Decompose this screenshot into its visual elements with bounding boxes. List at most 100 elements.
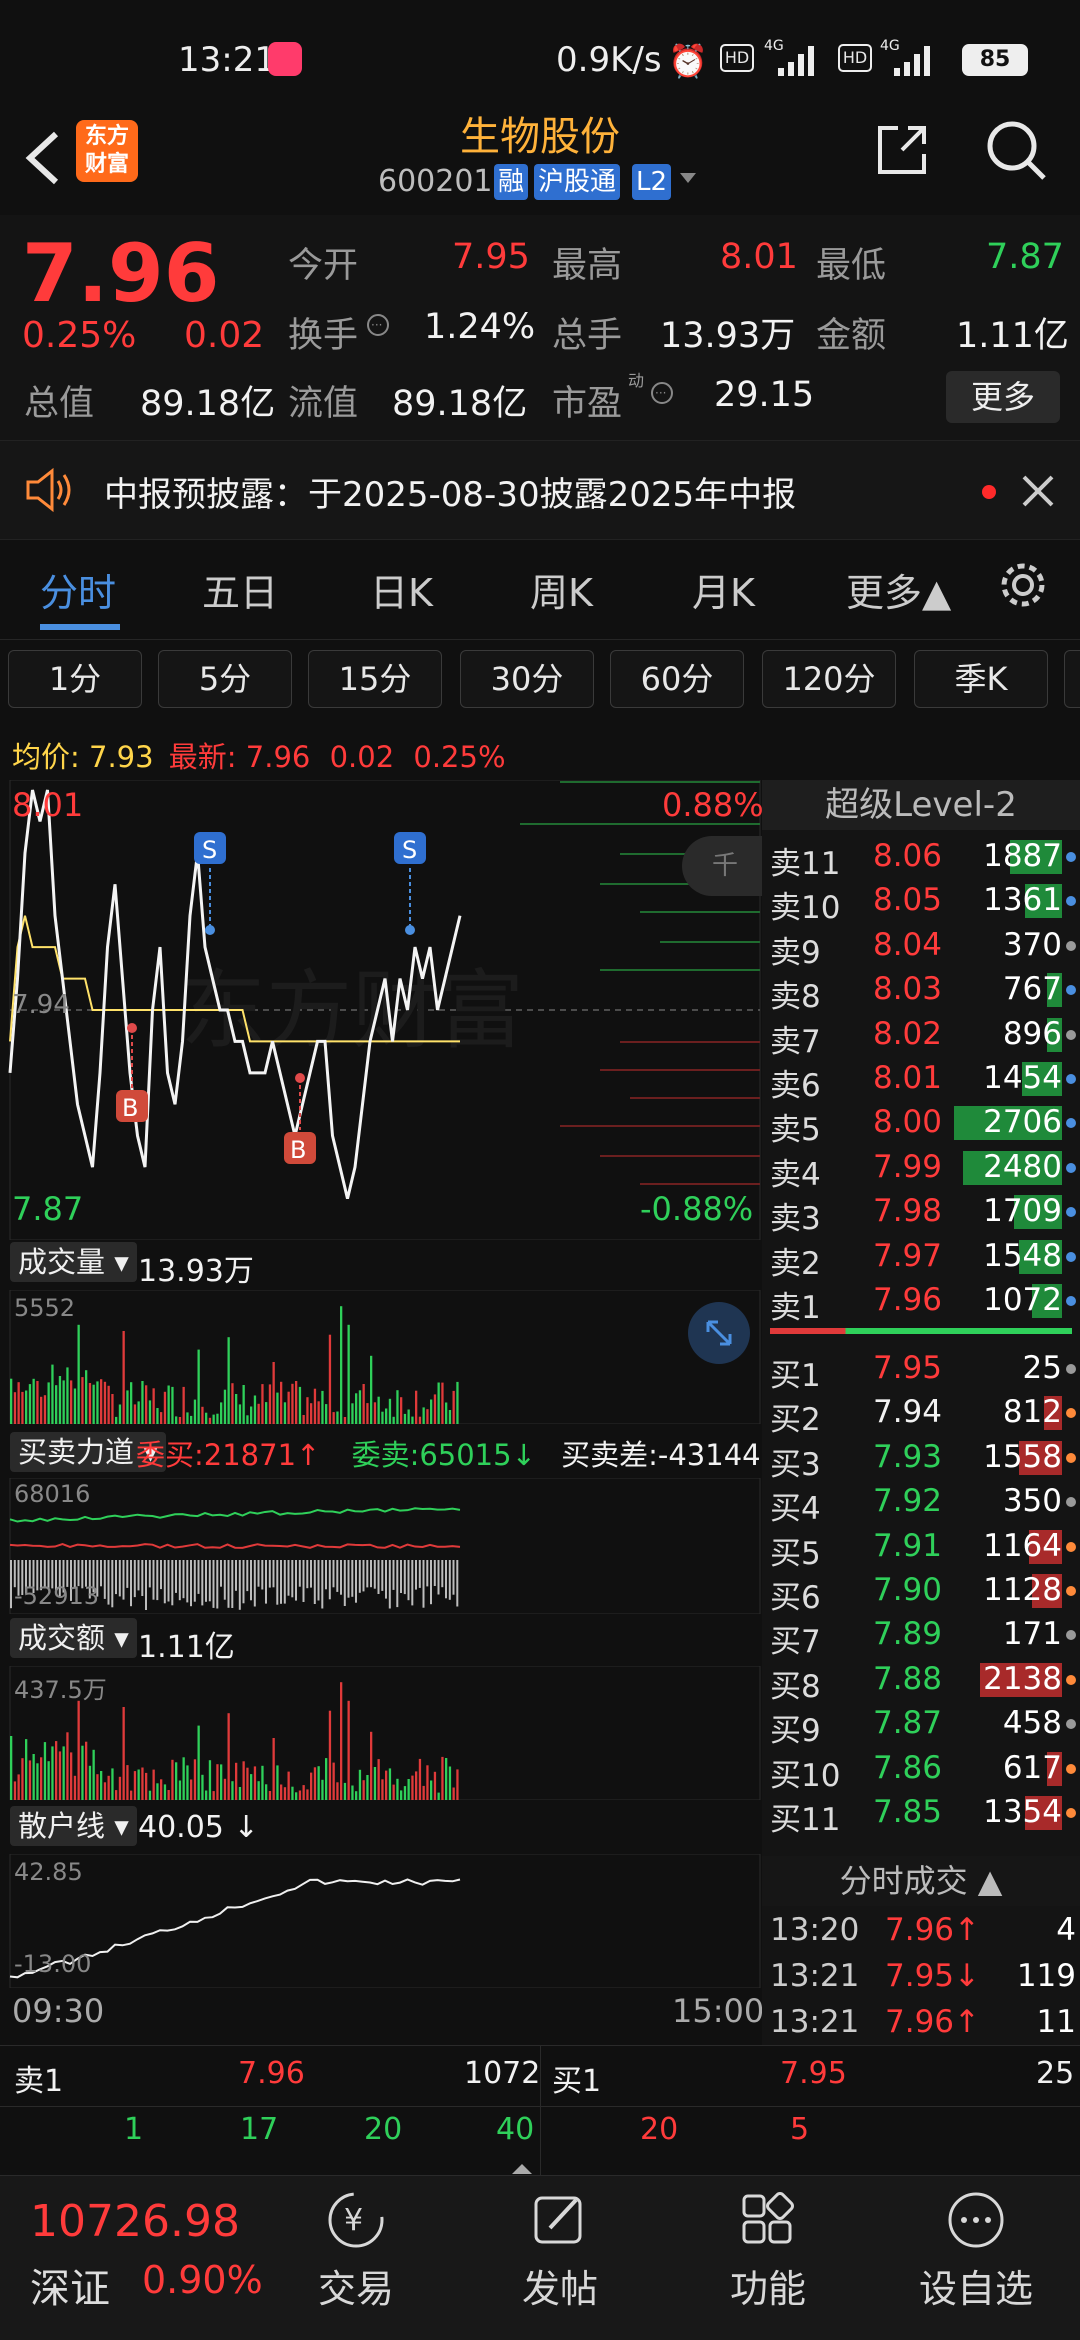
settings-gear-icon[interactable] [998,560,1048,610]
bar [238,1404,242,1424]
retail-indicator-label[interactable]: 散户线 ▾ [10,1806,137,1846]
index-value[interactable]: 10726.98 [30,2196,240,2247]
buy-price: 7.93 [872,1438,942,1475]
order-book[interactable]: 超级Level-2 卖11 8.06 1887 卖10 8.05 1361 卖9 8.04 37… [762,780,1080,2045]
diff-bar [193,1560,196,1602]
trade-time: 13:21 [770,2004,860,2040]
nav-functions[interactable]: 功能 [668,2188,868,2313]
tab-monthly-k[interactable]: 月K [692,562,755,617]
diff-bar [205,1560,207,1602]
index-name[interactable]: 深证 [30,2256,110,2314]
period-5min[interactable]: 5分 [158,650,292,708]
buy-row[interactable]: 买8 7.88 2138 [762,1657,1080,1705]
nav-post[interactable]: 发帖 [460,2188,660,2313]
amount-chart[interactable] [0,1666,762,1800]
buy-row[interactable]: 买2 7.94 812 [762,1390,1080,1438]
sell-row[interactable]: 卖7 8.02 896 [762,1012,1080,1060]
close-icon[interactable] [1020,473,1056,509]
volume-chart[interactable] [0,1290,762,1424]
sell-row[interactable]: 卖1 7.96 1072 [762,1278,1080,1326]
buy-row[interactable]: 买10 7.86 617 [762,1746,1080,1794]
force-label-text: 买卖力道 [18,1435,135,1469]
nav-trade[interactable]: ¥ 交易 [256,2188,456,2313]
bar [343,1417,347,1424]
sell-row[interactable]: 卖3 7.98 1709 [762,1189,1080,1237]
buy-row[interactable]: 买11 7.85 1354 [762,1790,1080,1838]
bar [141,1767,144,1800]
search-icon[interactable] [984,118,1048,182]
price-chart[interactable]: 东方财富 S S B B [0,780,762,1240]
notice-bar[interactable]: 中报预披露：于2025-08-30披露2025年中报 [0,440,1080,540]
bar [100,1379,103,1424]
bar [272,1738,275,1800]
sell-row[interactable]: 卖6 8.01 1454 [762,1056,1080,1104]
sell-dot [1066,1207,1076,1218]
period-overflow[interactable] [1064,650,1080,708]
buy-volume: 25 [1022,1350,1062,1386]
bar [332,1762,335,1800]
dropdown-icon[interactable] [678,168,698,188]
tab-five-day[interactable]: 五日 [202,562,278,617]
bar [366,1403,369,1424]
bar [133,1404,137,1424]
trades-header[interactable]: 分时成交 ▲ [762,1856,1080,1906]
diff-bar [313,1560,316,1604]
buy-dot [1066,1452,1076,1463]
amount-indicator-label[interactable]: 成交额 ▾ [10,1618,137,1658]
retail-chart[interactable] [0,1854,762,1988]
sell-row[interactable]: 卖10 8.05 1361 [762,878,1080,926]
bar [373,1767,377,1800]
diff-bar [167,1560,170,1602]
more-button[interactable]: 更多 [946,371,1060,423]
amount-label-text: 成交额 [18,1621,106,1655]
period-quarter-k[interactable]: 季K [914,650,1048,708]
sell-row[interactable]: 卖4 7.99 2480 [762,1145,1080,1193]
buy-row[interactable]: 买9 7.87 458 [762,1701,1080,1749]
period-30min[interactable]: 30分 [460,650,594,708]
tab-daily-k[interactable]: 日K [370,562,433,617]
sell-volume: 767 [1002,971,1062,1008]
period-15min[interactable]: 15分 [308,650,442,708]
sell-row[interactable]: 卖11 8.06 1887 [762,834,1080,882]
index-pct[interactable]: 0.90% [142,2258,263,2302]
force-chart[interactable] [0,1478,762,1614]
info-icon[interactable]: ··· [366,313,390,337]
retail-value: 40.05 ↓ [138,1810,259,1845]
share-icon[interactable] [872,120,932,180]
buy-row[interactable]: 买4 7.92 350 [762,1479,1080,1527]
thousand-lot-toggle[interactable]: 千 [682,836,762,896]
tab-weekly-k[interactable]: 周K [530,562,593,617]
expand-icon[interactable] [688,1302,750,1364]
trade-volume: 11 [1036,2004,1076,2040]
sell-level-label: 卖4 [770,1156,821,1193]
diff-bar [396,1560,399,1608]
buy-row[interactable]: 买5 7.91 1164 [762,1524,1080,1572]
bar [47,1761,50,1800]
period-1min[interactable]: 1分 [8,650,142,708]
buy-row[interactable]: 买7 7.89 171 [762,1612,1080,1660]
period-60min[interactable]: 60分 [610,650,744,708]
bar [456,1769,459,1800]
sell-volume: 1072 [983,1282,1062,1318]
sell-row[interactable]: 卖2 7.97 1548 [762,1234,1080,1282]
tab-intraday[interactable]: 分时 [40,562,116,617]
bar [377,1759,380,1800]
volume-max-label: 5552 [14,1294,76,1322]
tab-more[interactable]: 更多▲ [846,562,951,617]
nav-add-watchlist[interactable]: 设自选 [876,2188,1076,2313]
volume-indicator-label[interactable]: 成交量 ▾ [10,1242,137,1282]
buy-row[interactable]: 买3 7.93 1558 [762,1435,1080,1483]
sell-row[interactable]: 卖5 8.00 2706 [762,1100,1080,1148]
sell-row[interactable]: 卖8 8.03 767 [762,967,1080,1015]
buy-row[interactable]: 买1 7.95 25 [762,1346,1080,1394]
period-120min[interactable]: 120分 [762,650,896,708]
bar [253,1766,257,1800]
nav-handle-icon[interactable] [512,2164,532,2174]
status-time: 13:21 [178,40,276,80]
bar [163,1391,167,1424]
buy-row[interactable]: 买6 7.90 1128 [762,1568,1080,1616]
buy-dot [1066,1763,1076,1774]
pe-info-icon[interactable]: ··· [650,381,674,405]
sell-row[interactable]: 卖9 8.04 370 [762,923,1080,971]
svg-text:4G: 4G [880,38,900,54]
